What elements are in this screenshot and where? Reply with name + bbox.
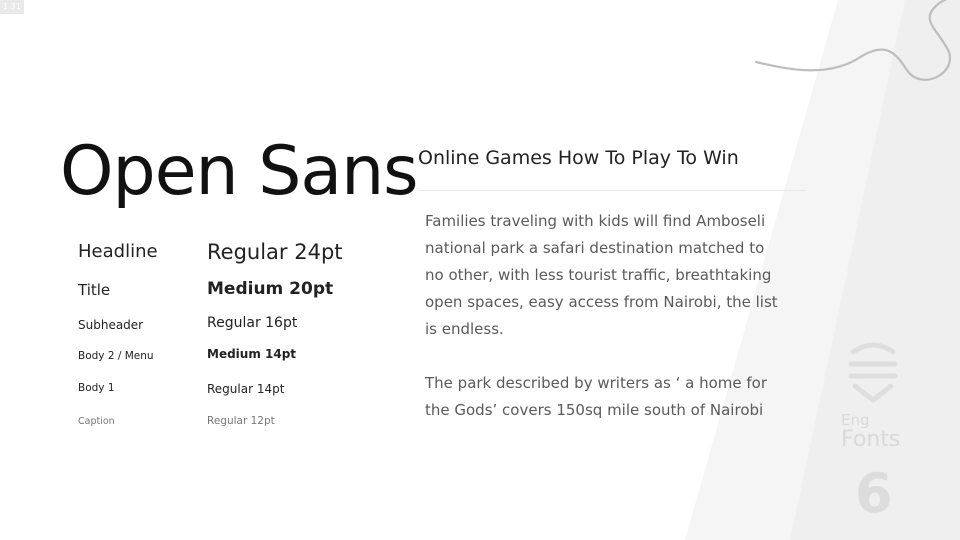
heading-divider: [418, 190, 806, 191]
spec-label-headline: Headline: [78, 241, 158, 262]
spec-label-caption: Caption: [78, 416, 115, 427]
spec-label-body1: Body 1: [78, 382, 115, 394]
spec-value-body1: Regular 14pt: [207, 382, 285, 396]
spec-value-headline: Regular 24pt: [207, 240, 343, 264]
sample-paragraph-1: Families traveling with kids will find A…: [425, 212, 778, 338]
spec-value-caption: Regular 12pt: [207, 415, 275, 427]
font-name-title: Open Sans: [60, 132, 419, 211]
spec-value-title: Medium 20pt: [207, 279, 334, 299]
version-badge: 1.31: [0, 0, 24, 14]
spec-label-subheader: Subheader: [78, 318, 144, 332]
spec-label-title: Title: [78, 281, 111, 299]
slide-number: 6: [855, 462, 893, 525]
spec-value-body2-menu: Medium 14pt: [207, 347, 297, 361]
brand-fonts-label: Fonts: [841, 427, 901, 452]
sample-heading: Online Games How To Play To Win: [418, 147, 739, 169]
spec-label-body2-menu: Body 2 / Menu: [78, 350, 154, 362]
spec-value-subheader: Regular 16pt: [207, 315, 298, 331]
stacked-chevron-shield-icon: [848, 342, 898, 403]
sample-paragraph-2: The park described by writers as ‘ a hom…: [425, 374, 768, 419]
